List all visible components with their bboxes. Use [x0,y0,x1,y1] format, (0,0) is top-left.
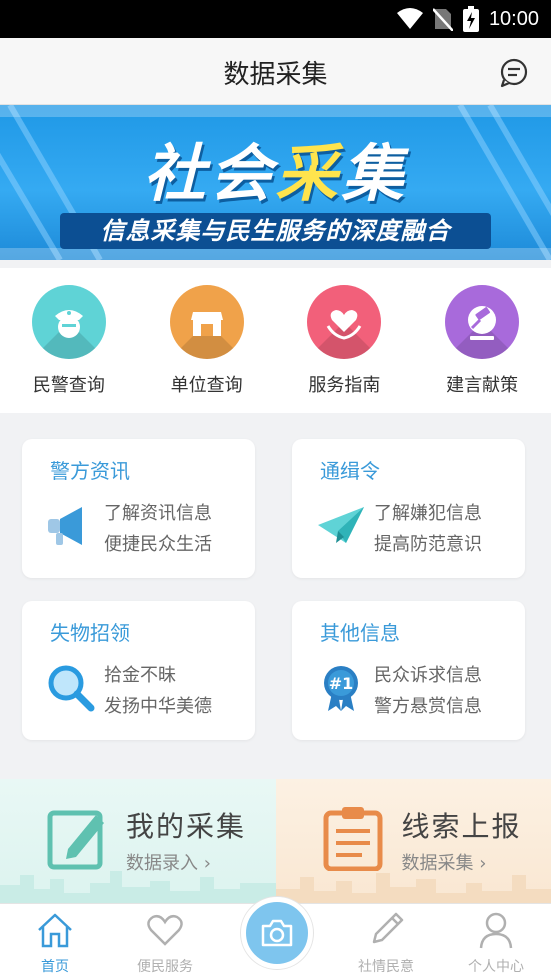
quick-link-label: 民警查询 [32,375,105,396]
nav-label: 个人中心 [468,959,524,975]
nav-label: 首页 [41,959,69,975]
card-line: 民众诉求信息 [374,665,482,686]
promo-report-clue[interactable]: 线索上报 数据采集 › [275,779,551,903]
gavel-icon [445,285,520,359]
promo-my-collection[interactable]: 我的采集 数据录入 › [0,779,276,903]
camera-button[interactable] [241,897,313,969]
quick-link-suggest[interactable]: 建言献策 [413,268,551,413]
magnifier-icon [48,665,95,712]
card-title: 失物招领 [50,621,130,645]
promo-title: 线索上报 [401,810,522,843]
card-line: 发扬中华美德 [104,696,212,717]
pencil-icon [372,912,404,944]
promo-subtitle: 数据录入 › [126,853,211,874]
quick-link-company[interactable]: 单位查询 [138,268,276,413]
title-bar: 数据采集 [0,38,551,105]
card-line: 了解嫌犯信息 [374,503,482,524]
quick-link-label: 建言献策 [446,375,519,396]
card-line: 拾金不昧 [104,665,176,686]
nav-home[interactable]: 首页 [0,910,110,976]
edit-icon [47,810,104,870]
home-icon [38,913,72,948]
card-title: 通缉令 [320,459,380,483]
quick-link-label: 服务指南 [308,375,381,396]
clipboard-icon [323,807,382,871]
heart-icon [147,914,183,946]
card-title: 其他信息 [320,621,400,645]
megaphone-icon [48,507,82,545]
card-title: 警方资讯 [50,459,130,483]
banner[interactable]: 社会采集 信息采集与民生服务的深度融合 [0,105,551,260]
quick-links: 民警查询 单位查询 服务指南 建言献策 [0,268,551,413]
card-police-news[interactable]: 警方资讯 了解资讯信息 便捷民众生活 [22,439,255,578]
clock: 10:00 [488,7,539,30]
paper-plane-icon [318,507,364,543]
wifi-icon [396,8,423,29]
battery-icon [462,6,479,32]
quick-link-label: 单位查询 [170,375,243,396]
camera-icon [261,919,293,947]
person-icon [479,912,513,949]
page-title: 数据采集 [223,60,328,90]
store-icon [169,285,244,359]
svg-text:#1: #1 [329,674,354,693]
banner-title: 社会采集 [143,137,408,210]
promo-subtitle: 数据采集 › [401,853,487,874]
card-other-info[interactable]: 其他信息 #1 民众诉求信息 警方悬赏信息 [292,601,525,740]
promo-title: 我的采集 [126,810,247,843]
card-wanted[interactable]: 通缉令 了解嫌犯信息 提高防范意识 [292,439,525,578]
heart-hands-icon [307,285,382,359]
banner-subtitle: 信息采集与民生服务的深度融合 [60,213,491,249]
badge-icon: #1 [324,666,358,711]
nav-label: 便民服务 [137,959,193,975]
nav-profile[interactable]: 个人中心 [441,910,551,976]
card-line: 了解资讯信息 [104,503,212,524]
no-sim-icon [432,8,453,31]
card-line: 提高防范意识 [374,534,482,555]
quick-link-police[interactable]: 民警查询 [0,268,138,413]
card-line: 警方悬赏信息 [374,696,482,717]
nav-label: 社情民意 [358,959,414,975]
card-line: 便捷民众生活 [104,534,212,555]
police-icon [31,285,106,359]
nav-opinion[interactable]: 社情民意 [331,910,441,976]
card-lost-found[interactable]: 失物招领 拾金不昧 发扬中华美德 [22,601,255,740]
status-bar: 10:00 [0,0,551,38]
quick-link-guide[interactable]: 服务指南 [276,268,414,413]
nav-convenience[interactable]: 便民服务 [110,910,220,976]
message-icon[interactable] [499,58,529,88]
